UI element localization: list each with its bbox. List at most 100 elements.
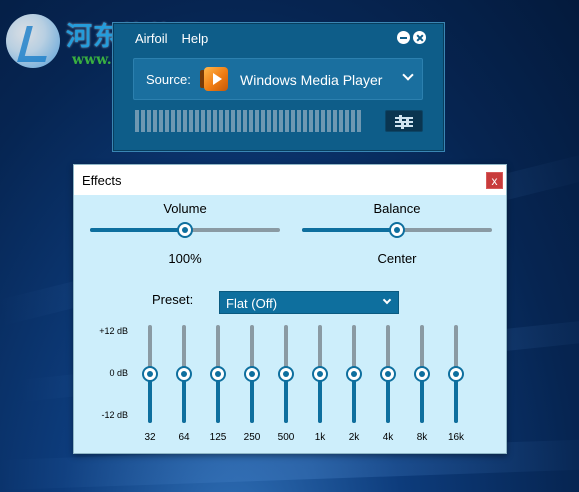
eq-band-thumb[interactable] [346,366,362,382]
eq-band-4k[interactable] [378,325,398,423]
meter-segment [249,110,253,132]
preset-dropdown[interactable]: Flat (Off) [219,291,399,314]
volume-value: 100% [168,251,202,266]
effects-button[interactable] [385,110,423,132]
meter-segment [195,110,199,132]
eq-band-freq-label: 125 [209,432,227,443]
source-name: Windows Media Player [240,72,383,88]
preset-value: Flat (Off) [226,296,278,311]
meter-segment [159,110,163,132]
eq-band-250[interactable] [242,325,262,423]
audio-level-meter [135,110,363,132]
eq-band-freq-label: 250 [243,432,261,443]
meter-segment [231,110,235,132]
eq-band-thumb[interactable] [176,366,192,382]
eq-band-freq-label: 16k [447,432,465,443]
equalizer-sliders-icon [395,115,413,121]
eq-band-freq-label: 64 [178,432,190,443]
menu-airfoil[interactable]: Airfoil [135,31,168,46]
meter-segment [243,110,247,132]
watermark-logo-icon [6,14,60,68]
balance-value: Center [377,251,417,266]
eq-band-freq-label: 1k [314,432,326,443]
meter-segment [333,110,337,132]
meter-segment [351,110,355,132]
balance-slider[interactable] [302,222,492,238]
volume-fill [90,228,185,232]
eq-band-8k[interactable] [412,325,432,423]
meter-segment [315,110,319,132]
eq-band-64[interactable] [174,325,194,423]
source-label: Source: [146,72,191,87]
meter-segment [153,110,157,132]
eq-band-freq-label: 8k [416,432,428,443]
minimize-icon[interactable] [397,31,410,44]
meter-segment [267,110,271,132]
meter-segment [285,110,289,132]
eq-band-freq-label: 500 [277,432,295,443]
eq-band-32[interactable] [140,325,160,423]
effects-title: Effects [82,173,122,188]
meter-segment [255,110,259,132]
eq-band-thumb[interactable] [142,366,158,382]
volume-slider[interactable] [90,222,280,238]
balance-thumb[interactable] [389,222,405,238]
chevron-down-icon [382,295,392,305]
meter-segment [225,110,229,132]
source-dropdown[interactable]: Source: Windows Media Player [133,58,423,100]
eq-band-thumb[interactable] [380,366,396,382]
meter-segment [291,110,295,132]
meter-segment [135,110,139,132]
meter-segment [219,110,223,132]
meter-segment [273,110,277,132]
eq-band-thumb[interactable] [448,366,464,382]
eq-band-16k[interactable] [446,325,466,423]
meter-segment [183,110,187,132]
windows-media-player-icon [200,67,228,91]
chevron-down-icon [402,69,414,81]
meter-segment [279,110,283,132]
eq-band-thumb[interactable] [312,366,328,382]
volume-thumb[interactable] [177,222,193,238]
meter-segment [141,110,145,132]
meter-segment [339,110,343,132]
eq-band-1k[interactable] [310,325,330,423]
eq-band-freq-label: 2k [348,432,360,443]
meter-segment [201,110,205,132]
meter-segment [147,110,151,132]
balance-fill [302,228,397,232]
meter-segment [297,110,301,132]
eq-band-2k[interactable] [344,325,364,423]
effects-titlebar: Effects x [74,165,506,195]
eq-band-thumb[interactable] [244,366,260,382]
db-label-bottom: -12 dB [101,410,128,420]
menu-help[interactable]: Help [182,31,209,46]
db-label-top: +12 dB [99,326,128,336]
effects-window: Effects x Volume 100% Balance Center Pre… [73,164,507,454]
eq-band-500[interactable] [276,325,296,423]
eq-band-thumb[interactable] [278,366,294,382]
meter-segment [327,110,331,132]
meter-segment [321,110,325,132]
meter-segment [177,110,181,132]
airfoil-window: Airfoil Help Source: Windows Media Playe… [112,22,445,152]
db-label-mid: 0 dB [109,368,128,378]
meter-segment [261,110,265,132]
meter-segment [309,110,313,132]
eq-band-thumb[interactable] [210,366,226,382]
effects-close-button[interactable]: x [486,172,503,189]
eq-band-freq-label: 32 [144,432,156,443]
volume-label: Volume [163,201,207,216]
close-icon[interactable] [413,31,426,44]
meter-segment [207,110,211,132]
meter-segment [171,110,175,132]
meter-segment [237,110,241,132]
meter-segment [303,110,307,132]
meter-segment [345,110,349,132]
meter-segment [213,110,217,132]
eq-band-125[interactable] [208,325,228,423]
meter-segment [165,110,169,132]
menu-bar: Airfoil Help [135,31,208,46]
eq-band-thumb[interactable] [414,366,430,382]
balance-label: Balance [373,201,421,216]
